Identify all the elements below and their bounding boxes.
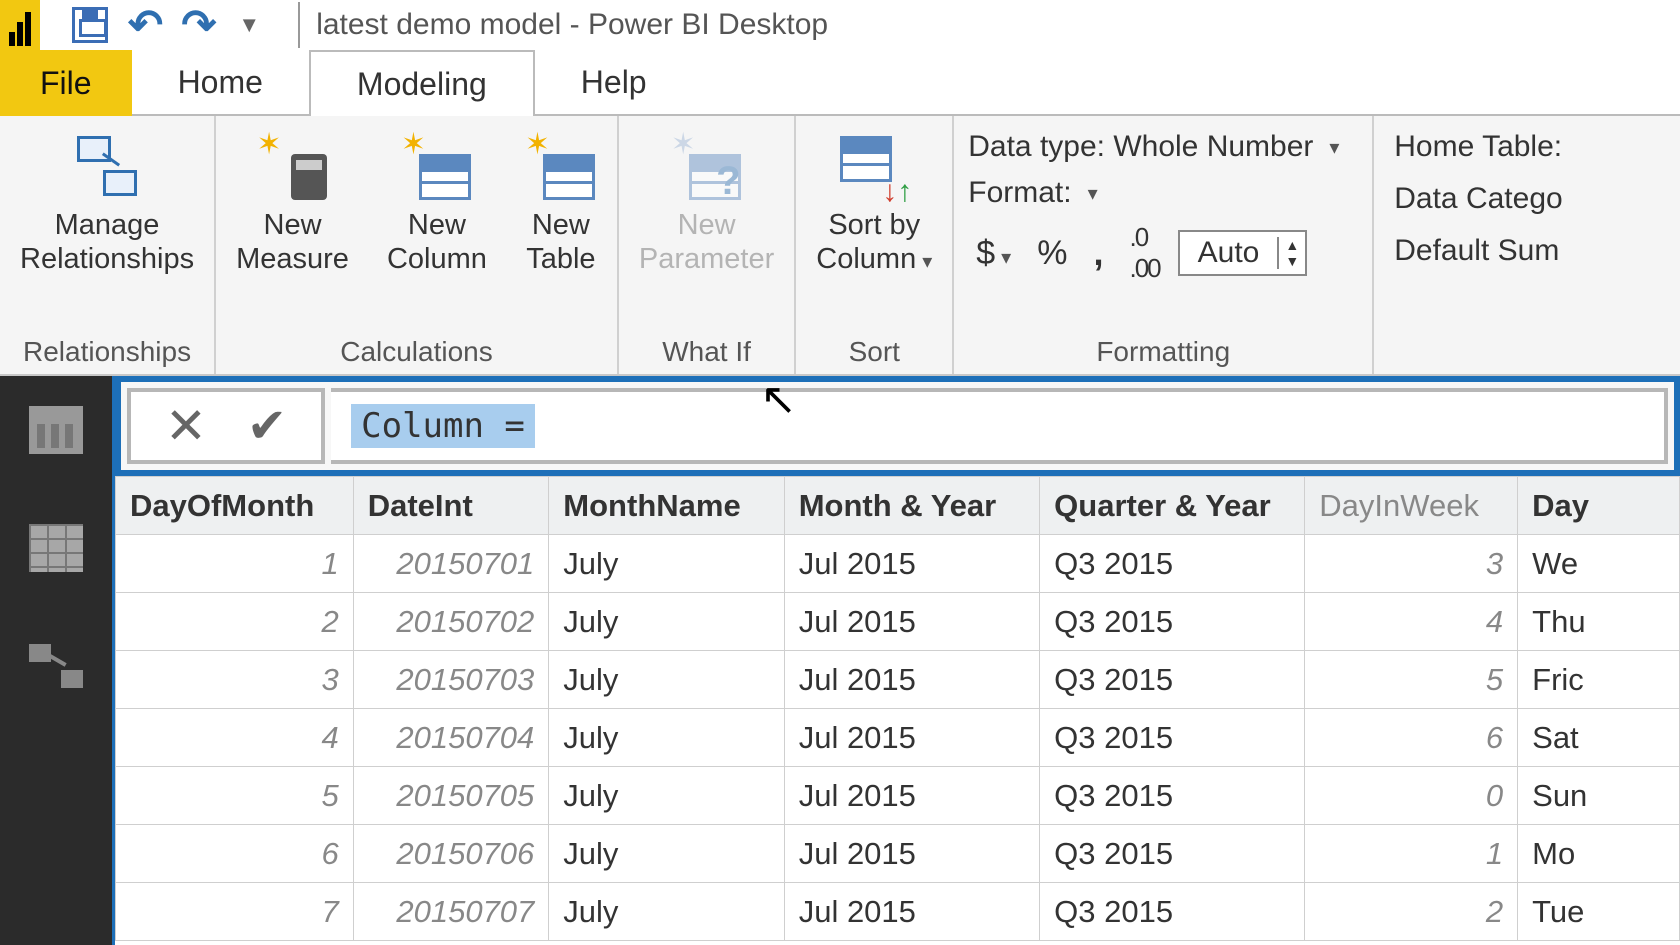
decimal-button[interactable]: .0.00 <box>1121 222 1167 284</box>
model-view-button[interactable] <box>29 642 83 690</box>
manage-relationships-button[interactable]: Manage Relationships <box>14 128 200 278</box>
currency-button[interactable]: $▾ <box>968 234 1019 273</box>
tab-home[interactable]: Home <box>132 50 309 116</box>
data-category-dropdown[interactable]: Data Catego <box>1394 182 1562 216</box>
data-grid[interactable]: DayOfMonth DateInt MonthName Month & Yea… <box>115 476 1680 945</box>
data-type-dropdown[interactable]: Data type: Whole Number ▾ <box>968 130 1358 164</box>
window-title: latest demo model - Power BI Desktop <box>316 8 828 42</box>
default-sum-label: Default Sum <box>1394 234 1559 268</box>
percent-button[interactable]: % <box>1029 234 1075 273</box>
format-label: Format: <box>968 176 1071 210</box>
table-row[interactable]: 320150703JulyJul 2015Q3 20155Fric <box>116 651 1680 709</box>
data-category-label: Data Catego <box>1394 182 1562 216</box>
new-parameter-icon: ✶? <box>671 130 743 202</box>
group-label-whatif: What If <box>633 332 780 370</box>
view-rail <box>0 376 115 945</box>
commit-formula-button[interactable]: ✔ <box>247 398 287 454</box>
col-header[interactable]: MonthName <box>549 477 784 535</box>
formula-bar: ✕ ✔ Column = <box>115 376 1680 476</box>
group-calculations: ✶ New Measure ✶ New Column ✶ New Table C… <box>216 116 619 374</box>
group-label-formatting: Formatting <box>968 332 1358 370</box>
data-view-button[interactable] <box>29 524 83 572</box>
tab-modeling[interactable]: Modeling <box>309 50 535 116</box>
group-sort: ↓↑ Sort by Column▾ Sort <box>796 116 954 374</box>
col-header[interactable]: DayOfMonth <box>116 477 354 535</box>
tab-help[interactable]: Help <box>535 50 693 116</box>
separator <box>298 2 300 48</box>
redo-icon[interactable]: ↷ <box>181 4 216 46</box>
ribbon: Manage Relationships Relationships ✶ New… <box>0 116 1680 376</box>
new-column-icon: ✶ <box>401 130 473 202</box>
new-parameter-label: New Parameter <box>639 208 774 276</box>
table-row[interactable]: 720150707JulyJul 2015Q3 20152Tue <box>116 883 1680 941</box>
col-header[interactable]: Quarter & Year <box>1040 477 1305 535</box>
new-table-label: New Table <box>526 208 595 276</box>
ribbon-tabs: File Home Modeling Help <box>0 50 1680 116</box>
thousands-button[interactable]: , <box>1085 232 1111 274</box>
default-summarization-dropdown[interactable]: Default Sum <box>1394 234 1562 268</box>
new-parameter-button: ✶? New Parameter <box>633 128 780 278</box>
table-row[interactable]: 420150704JulyJul 2015Q3 20156Sat <box>116 709 1680 767</box>
qat-dropdown-icon[interactable]: ▼ <box>238 12 260 38</box>
sort-by-column-label: Sort by Column▾ <box>816 208 932 276</box>
home-table-dropdown[interactable]: Home Table: <box>1394 130 1562 164</box>
home-table-label: Home Table: <box>1394 130 1562 164</box>
sort-by-column-icon: ↓↑ <box>838 130 910 202</box>
table-row[interactable]: 220150702JulyJul 2015Q3 20154Thu <box>116 593 1680 651</box>
col-header[interactable]: Month & Year <box>784 477 1039 535</box>
group-formatting: Data type: Whole Number ▾ Format: ▾ $▾ % ,… <box>954 116 1374 374</box>
col-header[interactable]: DateInt <box>353 477 549 535</box>
table-row[interactable]: 120150701JulyJul 2015Q3 20153We <box>116 535 1680 593</box>
group-relationships: Manage Relationships Relationships <box>0 116 216 374</box>
sort-by-column-button[interactable]: ↓↑ Sort by Column▾ <box>810 128 938 278</box>
save-icon[interactable] <box>70 5 110 45</box>
quick-access-toolbar: ↶ ↷ ▼ <box>40 4 282 46</box>
tab-file[interactable]: File <box>0 50 132 116</box>
decimal-places-value: Auto <box>1180 236 1278 270</box>
new-measure-button[interactable]: ✶ New Measure <box>230 128 355 278</box>
header-row: DayOfMonth DateInt MonthName Month & Yea… <box>116 477 1680 535</box>
group-whatif: ✶? New Parameter What If <box>619 116 796 374</box>
undo-icon[interactable]: ↶ <box>128 4 163 46</box>
group-label-relationships: Relationships <box>14 332 200 370</box>
formula-input[interactable]: Column = <box>331 388 1668 464</box>
formula-text: Column = <box>351 404 535 448</box>
new-table-button[interactable]: ✶ New Table <box>519 128 603 278</box>
app-icon <box>0 0 40 50</box>
new-measure-label: New Measure <box>236 208 349 276</box>
decimal-places-input[interactable]: Auto ▲▼ <box>1178 230 1308 276</box>
format-dropdown[interactable]: Format: ▾ <box>968 176 1358 210</box>
table-row[interactable]: 520150705JulyJul 2015Q3 20150Sun <box>116 767 1680 825</box>
col-header[interactable]: DayInWeek <box>1305 477 1518 535</box>
chevron-down-icon: ▾ <box>1329 135 1339 160</box>
spinner[interactable]: ▲▼ <box>1277 237 1305 269</box>
group-label-sort: Sort <box>810 332 938 370</box>
group-properties: Home Table: Data Catego Default Sum <box>1374 116 1576 374</box>
manage-relationships-label: Manage Relationships <box>20 208 194 276</box>
relationships-icon <box>71 130 143 202</box>
col-header[interactable]: Day <box>1518 477 1680 535</box>
title-bar: ↶ ↷ ▼ latest demo model - Power BI Deskt… <box>0 0 1680 50</box>
new-column-button[interactable]: ✶ New Column <box>381 128 493 278</box>
new-table-icon: ✶ <box>525 130 597 202</box>
report-view-button[interactable] <box>29 406 83 454</box>
new-measure-icon: ✶ <box>257 130 329 202</box>
table-row[interactable]: 620150706JulyJul 2015Q3 20151Mo <box>116 825 1680 883</box>
new-column-label: New Column <box>387 208 487 276</box>
data-type-label: Data type: Whole Number <box>968 130 1313 164</box>
cancel-formula-button[interactable]: ✕ <box>165 397 207 455</box>
group-label-calculations: Calculations <box>230 332 603 370</box>
chevron-down-icon: ▾ <box>1088 181 1098 206</box>
